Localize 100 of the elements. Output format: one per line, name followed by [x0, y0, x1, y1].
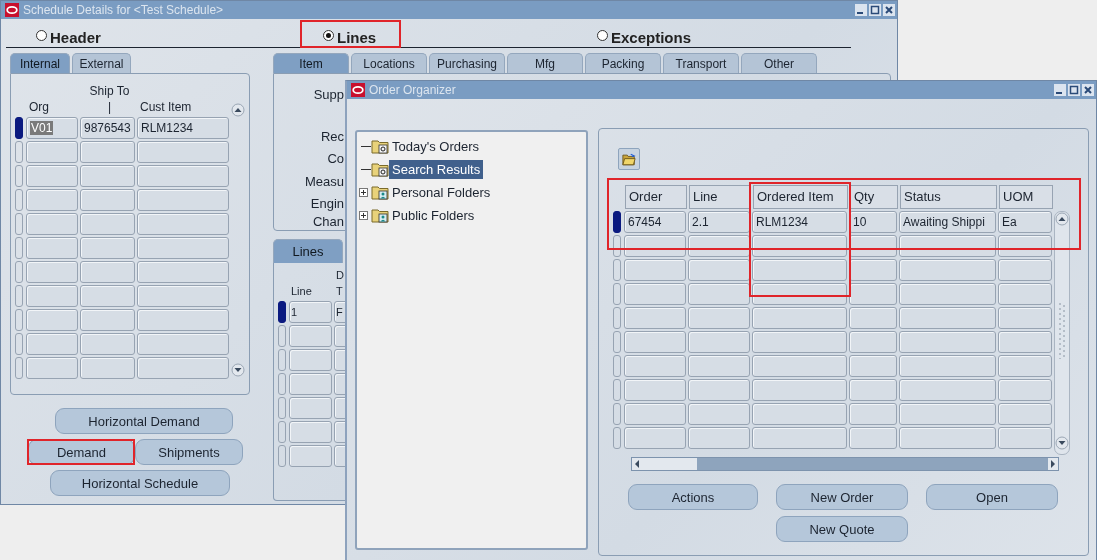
- table-cell[interactable]: [137, 141, 229, 163]
- table-cell[interactable]: [26, 333, 78, 355]
- table-cell[interactable]: [624, 235, 686, 257]
- table-cell[interactable]: [624, 283, 686, 305]
- table-cell[interactable]: [80, 237, 135, 259]
- table-cell[interactable]: [80, 213, 135, 235]
- table-cell[interactable]: [998, 379, 1052, 401]
- table-cell[interactable]: [849, 283, 897, 305]
- table-cell[interactable]: [80, 357, 135, 379]
- table-cell[interactable]: [137, 309, 229, 331]
- maximize-icon[interactable]: [1068, 84, 1080, 96]
- table-cell[interactable]: [849, 259, 897, 281]
- table-cell[interactable]: [688, 355, 750, 377]
- table-cell[interactable]: [688, 259, 750, 281]
- table-cell[interactable]: [998, 355, 1052, 377]
- horizontal-schedule-button[interactable]: Horizontal Schedule: [50, 470, 230, 496]
- table-cell[interactable]: [688, 379, 750, 401]
- new-quote-button[interactable]: New Quote: [776, 516, 908, 542]
- table-cell[interactable]: [752, 379, 847, 401]
- record-indicator[interactable]: [278, 301, 286, 323]
- table-cell[interactable]: [849, 331, 897, 353]
- table-cell[interactable]: [137, 213, 229, 235]
- tab[interactable]: Locations: [351, 53, 427, 73]
- scroll-up-icon[interactable]: [231, 103, 245, 117]
- table-cell[interactable]: [80, 309, 135, 331]
- table-cell[interactable]: [137, 165, 229, 187]
- table-cell[interactable]: [80, 141, 135, 163]
- table-cell[interactable]: [899, 259, 996, 281]
- table-cell[interactable]: [899, 331, 996, 353]
- table-cell[interactable]: RLM1234: [752, 211, 847, 233]
- table-cell[interactable]: [752, 283, 847, 305]
- table-cell[interactable]: [688, 427, 750, 449]
- table-cell[interactable]: [752, 427, 847, 449]
- table-cell[interactable]: [998, 283, 1052, 305]
- table-cell[interactable]: [998, 307, 1052, 329]
- table-cell[interactable]: [137, 237, 229, 259]
- table-cell[interactable]: 10: [849, 211, 897, 233]
- table-cell[interactable]: 1: [289, 301, 332, 323]
- table-cell[interactable]: [688, 403, 750, 425]
- table-cell[interactable]: [137, 261, 229, 283]
- table-cell[interactable]: [752, 307, 847, 329]
- table-cell[interactable]: [849, 427, 897, 449]
- tab[interactable]: External: [72, 53, 131, 73]
- table-cell[interactable]: [289, 373, 332, 395]
- table-cell[interactable]: [289, 325, 332, 347]
- scrollbar-grip-icon[interactable]: [1058, 301, 1066, 361]
- scrollbar-thumb[interactable]: [642, 458, 697, 470]
- tab[interactable]: Purchasing: [429, 53, 505, 73]
- table-cell[interactable]: [998, 427, 1052, 449]
- maximize-icon[interactable]: [869, 4, 881, 16]
- table-cell[interactable]: Awaiting Shippi: [899, 211, 996, 233]
- table-cell[interactable]: [899, 427, 996, 449]
- tree-item[interactable]: Public Folders: [389, 205, 478, 225]
- table-cell[interactable]: [998, 331, 1052, 353]
- table-cell[interactable]: [624, 379, 686, 401]
- table-cell[interactable]: [26, 309, 78, 331]
- tab[interactable]: Mfg: [507, 53, 583, 73]
- column-header[interactable]: Order: [625, 185, 687, 209]
- minimize-icon[interactable]: [855, 4, 867, 16]
- record-indicator[interactable]: [613, 235, 621, 257]
- horizontal-scrollbar[interactable]: [631, 457, 1059, 471]
- table-cell[interactable]: [137, 357, 229, 379]
- scroll-down-icon[interactable]: [231, 363, 245, 377]
- table-cell[interactable]: [80, 261, 135, 283]
- table-cell[interactable]: [624, 355, 686, 377]
- table-cell[interactable]: [137, 285, 229, 307]
- expand-icon[interactable]: [359, 187, 368, 197]
- open-button[interactable]: Open: [926, 484, 1058, 510]
- table-cell[interactable]: [624, 259, 686, 281]
- table-cell[interactable]: [26, 213, 78, 235]
- table-cell[interactable]: [752, 355, 847, 377]
- region-radio[interactable]: Exceptions: [597, 29, 797, 47]
- tree-item[interactable]: Today's Orders: [389, 136, 482, 156]
- table-cell[interactable]: [26, 261, 78, 283]
- table-cell[interactable]: [26, 189, 78, 211]
- table-cell[interactable]: [899, 283, 996, 305]
- close-icon[interactable]: [1082, 84, 1094, 96]
- table-cell[interactable]: [624, 427, 686, 449]
- table-cell[interactable]: [752, 403, 847, 425]
- table-cell[interactable]: [26, 237, 78, 259]
- table-cell[interactable]: [137, 333, 229, 355]
- tree-item[interactable]: Search Results: [389, 159, 484, 179]
- scroll-down-icon[interactable]: [1055, 436, 1069, 450]
- table-cell[interactable]: [26, 357, 78, 379]
- column-header[interactable]: UOM: [999, 185, 1053, 209]
- actions-button[interactable]: Actions: [628, 484, 758, 510]
- minimize-icon[interactable]: [1054, 84, 1066, 96]
- table-cell[interactable]: Ea: [998, 211, 1052, 233]
- shipments-button[interactable]: Shipments: [135, 439, 243, 465]
- table-cell[interactable]: [624, 307, 686, 329]
- table-cell[interactable]: [849, 307, 897, 329]
- table-cell[interactable]: [849, 355, 897, 377]
- new-order-button[interactable]: New Order: [776, 484, 908, 510]
- table-cell[interactable]: [849, 379, 897, 401]
- table-cell[interactable]: [624, 331, 686, 353]
- table-cell[interactable]: [899, 307, 996, 329]
- table-cell[interactable]: RLM1234: [137, 117, 229, 139]
- column-header[interactable]: Status: [900, 185, 997, 209]
- record-indicator[interactable]: [613, 211, 621, 233]
- table-cell[interactable]: [289, 421, 332, 443]
